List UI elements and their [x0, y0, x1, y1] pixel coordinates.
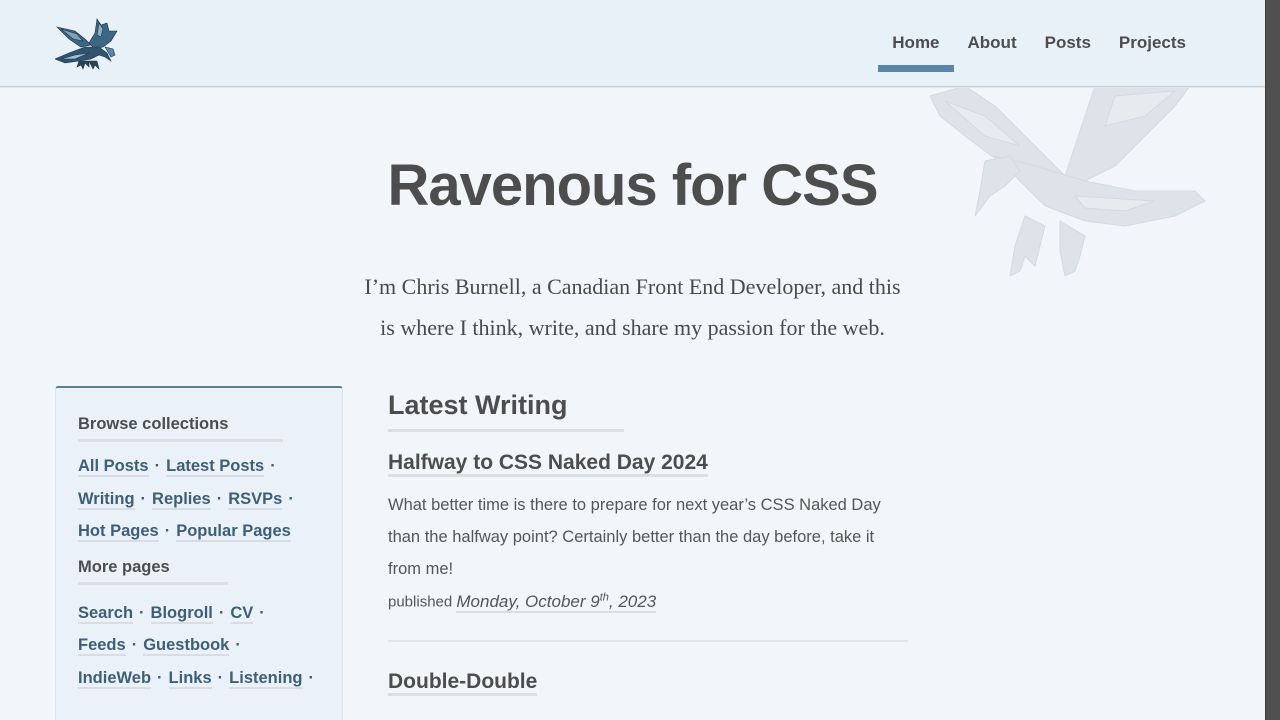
post-date-link[interactable]: Monday, October 9th, 2023 — [456, 591, 657, 613]
link-rsvps[interactable]: RSVPs — [228, 489, 283, 510]
link-writing[interactable]: Writing — [78, 489, 135, 510]
link-blogroll[interactable]: Blogroll — [150, 603, 213, 624]
separator: · — [131, 636, 138, 654]
separator: · — [217, 668, 224, 687]
link-search[interactable]: Search — [78, 603, 134, 624]
link-latest-posts[interactable]: Latest Posts — [166, 457, 265, 477]
separator: · — [216, 489, 223, 508]
page: Home About Posts Projects Ravenous for C… — [0, 0, 1265, 720]
post-title-link[interactable]: Halfway to CSS Naked Day 2024 — [388, 452, 708, 477]
site-header: Home About Posts Projects — [0, 0, 1265, 87]
link-guestbook[interactable]: Guestbook — [143, 636, 230, 656]
post-item: Double-Double — [388, 642, 908, 696]
sidebar: Browse collections All Posts · Latest Post… — [55, 386, 343, 720]
browse-links: All Posts · Latest Posts · Writing · Replies ·… — [78, 450, 320, 548]
separator: · — [235, 636, 241, 654]
separator: · — [308, 668, 315, 687]
separator: · — [157, 668, 163, 687]
link-cv[interactable]: CV — [230, 603, 254, 624]
raven-logo-icon[interactable] — [54, 17, 119, 71]
nav-home[interactable]: Home — [878, 0, 954, 87]
separator: · — [218, 603, 225, 622]
link-hot-pages[interactable]: Hot Pages — [78, 522, 159, 542]
date-suffix: th — [599, 591, 609, 603]
nav-posts[interactable]: Posts — [1031, 0, 1105, 87]
browse-collections-heading: Browse collections — [78, 415, 283, 442]
separator: · — [270, 457, 276, 475]
more-pages-heading: More pages — [78, 558, 228, 585]
latest-writing-heading: Latest Writing — [388, 390, 624, 432]
separator: · — [140, 489, 147, 508]
more-links: Search · Blogroll · CV · Feeds · Guestbook · Ind… — [78, 597, 320, 695]
link-indieweb[interactable]: IndieWeb — [78, 668, 152, 689]
nav-about[interactable]: About — [954, 0, 1031, 87]
intro-text: I’m Chris Burnell, a Canadian Front End … — [364, 274, 901, 340]
separator: · — [139, 603, 145, 622]
link-listening[interactable]: Listening — [229, 668, 303, 689]
main-content: Latest Writing Halfway to CSS Naked Day … — [388, 390, 908, 696]
date-year: , 2023 — [608, 591, 657, 611]
scrollbar[interactable] — [1265, 0, 1280, 720]
published-label: published — [388, 593, 453, 611]
post-meta: published Monday, October 9th, 2023 — [388, 591, 908, 613]
date-main: Monday, October 9 — [456, 591, 600, 611]
separator: · — [164, 522, 171, 540]
separator: · — [154, 457, 161, 475]
link-links[interactable]: Links — [168, 668, 212, 689]
separator: · — [259, 603, 265, 622]
page-title: Ravenous for CSS — [387, 153, 879, 218]
link-all-posts[interactable]: All Posts — [78, 457, 149, 477]
link-feeds[interactable]: Feeds — [78, 636, 126, 656]
link-popular-pages[interactable]: Popular Pages — [176, 522, 291, 542]
link-replies[interactable]: Replies — [152, 489, 211, 510]
post-title-link[interactable]: Double-Double — [388, 670, 538, 696]
post-item: Halfway to CSS Naked Day 2024 What bette… — [388, 432, 908, 613]
post-excerpt: What better time is there to prepare for… — [388, 496, 881, 578]
nav-projects[interactable]: Projects — [1105, 0, 1200, 87]
main-nav: Home About Posts Projects — [878, 0, 1200, 87]
separator: · — [288, 489, 294, 508]
